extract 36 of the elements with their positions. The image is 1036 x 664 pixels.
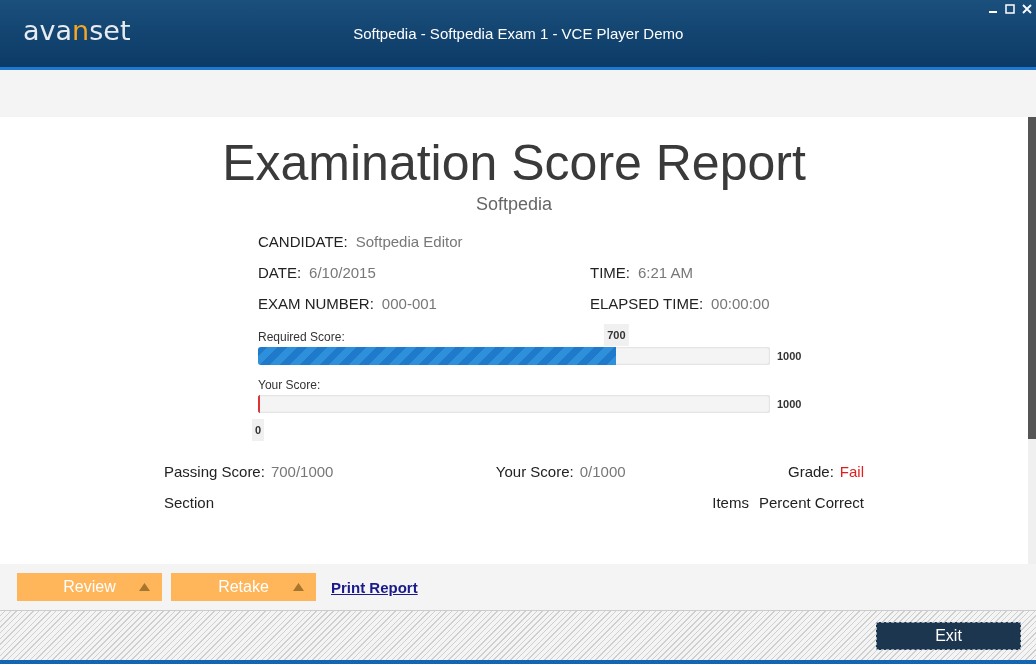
column-header: Percent Correct [758,494,864,511]
column-header: Section [164,494,216,511]
score-marker: 0 [252,419,265,441]
scrollbar[interactable] [1028,117,1036,564]
field-value: 000-001 [381,294,437,313]
window-title: Softpedia - Softpedia Exam 1 - VCE Player Demo [353,24,684,42]
summary-value: Fail [839,463,864,480]
summary-value: 0/1000 [579,463,626,480]
field-value: Softpedia Editor [355,232,463,251]
report-subtitle: Softpedia [475,193,553,215]
field-label: DATE: [258,263,302,282]
field-value: 6/10/2015 [309,263,376,282]
score-label: Required Score: [258,330,345,344]
report-title: Examination Score Report [222,135,806,191]
score-marker: 700 [604,324,629,346]
summary-value: 700/1000 [270,463,334,480]
field-label: EXAM NUMBER: [258,294,374,313]
maximize-icon[interactable] [1005,4,1015,14]
max-score: 1000 [777,350,802,362]
field-label: TIME: [590,263,630,282]
summary-label: Your Score: [495,463,574,480]
column-header: Items [712,494,749,511]
score-label: Your Score: [258,378,321,392]
field-value: 6:21 AM [638,263,694,282]
caret-icon [293,583,304,591]
print-link[interactable]: Print Report [331,578,418,596]
summary-label: Grade: [787,463,834,480]
logo: avanset [23,15,131,46]
exit-button[interactable]: Exit [876,621,1021,650]
field-value: 00:00:00 [711,294,770,313]
field-label: CANDIDATE: [258,232,348,251]
field-label: ELAPSED TIME: [590,294,704,313]
close-icon[interactable] [1022,4,1032,14]
max-score: 1000 [777,398,802,410]
summary-label: Passing Score: [164,463,265,480]
caret-icon [139,583,150,591]
